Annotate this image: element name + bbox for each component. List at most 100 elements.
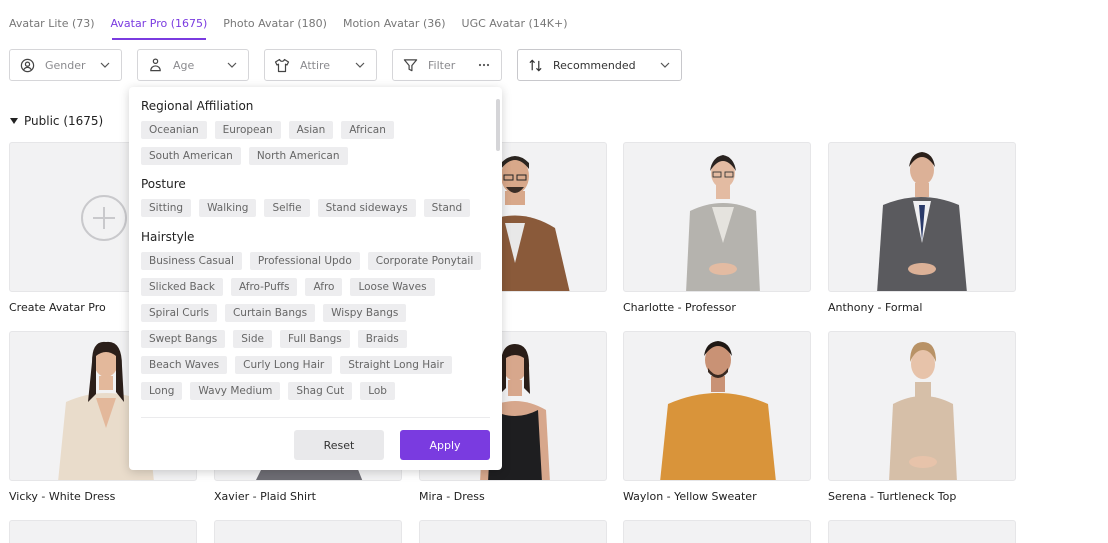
- group-title-regional: Regional Affiliation: [141, 99, 254, 113]
- chevron-down-icon: [658, 58, 672, 72]
- caret-down-icon: [10, 118, 18, 124]
- avatar-thumb[interactable]: [9, 520, 197, 543]
- divider: [141, 417, 490, 418]
- filter-chip[interactable]: Lob: [360, 382, 395, 400]
- age-select-label: Age: [173, 58, 195, 72]
- avatar-thumb[interactable]: [214, 520, 402, 543]
- avatar-thumb[interactable]: [828, 331, 1016, 481]
- tab-avatar-lite[interactable]: Avatar Lite (73): [0, 0, 103, 40]
- avatar-card[interactable]: [623, 520, 811, 543]
- age-icon: [147, 57, 163, 73]
- filter-chip[interactable]: North American: [248, 147, 348, 165]
- filter-chip[interactable]: Business Casual: [141, 252, 242, 270]
- filter-chip[interactable]: Stand sideways: [317, 199, 416, 217]
- sort-select-label: Recommended: [553, 58, 636, 72]
- filter-chip[interactable]: Wispy Bangs: [323, 304, 407, 322]
- tab-photo-avatar[interactable]: Photo Avatar (180): [215, 0, 335, 40]
- avatar-card-charlotte[interactable]: Charlotte - Professor: [623, 142, 811, 314]
- avatar-card[interactable]: [214, 520, 402, 543]
- avatar-thumb[interactable]: [828, 142, 1016, 292]
- plus-icon: [81, 195, 127, 241]
- filter-button-label: Filter: [428, 58, 456, 72]
- filter-chip[interactable]: Straight Long Hair: [340, 356, 452, 374]
- filter-chip[interactable]: Walking: [199, 199, 257, 217]
- filter-chip[interactable]: Swept Bangs: [141, 330, 226, 348]
- filter-chip[interactable]: Professional Updo: [249, 252, 360, 270]
- avatar-thumb[interactable]: [623, 142, 811, 292]
- sort-select[interactable]: Recommended: [517, 49, 682, 81]
- filter-chip[interactable]: Wavy Medium: [190, 382, 281, 400]
- filter-chip[interactable]: Loose Waves: [350, 278, 435, 296]
- avatar-thumb[interactable]: [623, 520, 811, 543]
- avatar-tabs: Avatar Lite (73) Avatar Pro (1675) Photo…: [0, 0, 576, 44]
- public-section-toggle[interactable]: Public (1675): [10, 114, 103, 128]
- avatar-card-serena[interactable]: Serena - Turtleneck Top: [828, 331, 1016, 503]
- age-filter-dropdown: Regional Affiliation Oceanian European Asi…: [129, 87, 502, 470]
- attire-select[interactable]: Attire: [264, 49, 377, 81]
- avatar-image: [877, 152, 967, 291]
- section-title: Public (1675): [24, 114, 104, 128]
- filter-chip[interactable]: Corporate Ponytail: [367, 252, 482, 270]
- reset-button[interactable]: Reset: [294, 430, 384, 460]
- filter-chip[interactable]: Braids: [357, 330, 407, 348]
- dropdown-scrollbar[interactable]: [496, 99, 500, 151]
- age-select[interactable]: Age: [137, 49, 249, 81]
- tab-motion-avatar[interactable]: Motion Avatar (36): [335, 0, 454, 40]
- chips-regional: Oceanian European Asian African South Americ…: [141, 121, 486, 165]
- filter-chip[interactable]: Long: [141, 382, 183, 400]
- card-name: Xavier - Plaid Shirt: [214, 490, 316, 503]
- card-name: Charlotte - Professor: [623, 301, 736, 314]
- avatar-card[interactable]: [419, 520, 607, 543]
- gender-select-label: Gender: [45, 58, 86, 72]
- filter-chip[interactable]: Full Bangs: [279, 330, 350, 348]
- filter-button[interactable]: Filter: [392, 49, 502, 81]
- dropdown-scroll-area[interactable]: Regional Affiliation Oceanian European Asi…: [141, 87, 496, 417]
- avatar-card-anthony[interactable]: Anthony - Formal: [828, 142, 1016, 314]
- card-name: Mira - Dress: [419, 490, 485, 503]
- more-icon: [476, 58, 492, 72]
- avatar-thumb[interactable]: [419, 520, 607, 543]
- user-icon: [19, 57, 35, 73]
- sort-icon: [527, 57, 543, 73]
- avatar-card-waylon[interactable]: Waylon - Yellow Sweater: [623, 331, 811, 503]
- filter-chip[interactable]: Asian: [288, 121, 334, 139]
- filter-chip[interactable]: Side: [233, 330, 272, 348]
- gender-select[interactable]: Gender: [9, 49, 122, 81]
- group-title-hairstyle: Hairstyle: [141, 230, 195, 244]
- filter-chip[interactable]: Sitting: [141, 199, 192, 217]
- filter-chip[interactable]: Slicked Back: [141, 278, 223, 296]
- group-title-posture: Posture: [141, 177, 186, 191]
- filter-chip[interactable]: Beach Waves: [141, 356, 228, 374]
- filter-chip[interactable]: Afro-Puffs: [230, 278, 298, 296]
- filter-chip[interactable]: Selfie: [264, 199, 310, 217]
- filter-chip[interactable]: Spiral Curls: [141, 304, 217, 322]
- chevron-down-icon: [353, 58, 367, 72]
- avatar-image: [660, 341, 776, 480]
- attire-select-label: Attire: [300, 58, 331, 72]
- filter-chip[interactable]: Oceanian: [141, 121, 207, 139]
- chips-posture: Sitting Walking Selfie Stand sideways Stand: [141, 199, 486, 217]
- chips-hairstyle: Business Casual Professional Updo Corporat…: [141, 252, 486, 400]
- filter-chip[interactable]: Shag Cut: [288, 382, 353, 400]
- filter-chip[interactable]: European: [214, 121, 281, 139]
- chevron-down-icon: [225, 58, 239, 72]
- filter-chip[interactable]: African: [341, 121, 394, 139]
- filter-chip[interactable]: Curly Long Hair: [235, 356, 333, 374]
- card-name: Anthony - Formal: [828, 301, 923, 314]
- shirt-icon: [274, 57, 290, 73]
- apply-button[interactable]: Apply: [400, 430, 490, 460]
- avatar-image: [686, 155, 760, 291]
- avatar-thumb[interactable]: [623, 331, 811, 481]
- filter-chip[interactable]: South American: [141, 147, 241, 165]
- tab-avatar-pro[interactable]: Avatar Pro (1675): [103, 0, 216, 40]
- avatar-thumb[interactable]: [828, 520, 1016, 543]
- card-name: Serena - Turtleneck Top: [828, 490, 957, 503]
- filter-chip[interactable]: Afro: [305, 278, 343, 296]
- chevron-down-icon: [98, 58, 112, 72]
- filter-chip[interactable]: Curtain Bangs: [224, 304, 316, 322]
- card-name: Waylon - Yellow Sweater: [623, 490, 757, 503]
- filter-chip[interactable]: Stand: [423, 199, 471, 217]
- avatar-card[interactable]: [828, 520, 1016, 543]
- avatar-card[interactable]: [9, 520, 197, 543]
- tab-ugc-avatar[interactable]: UGC Avatar (14K+): [454, 0, 576, 40]
